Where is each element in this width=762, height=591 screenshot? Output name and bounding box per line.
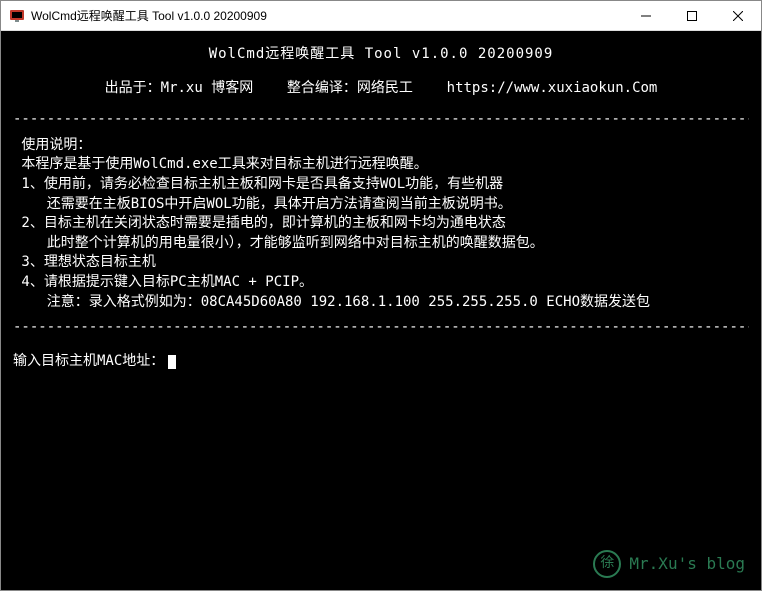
watermark-icon: 徐: [593, 550, 621, 578]
window-controls: [623, 1, 761, 30]
titlebar: WolCmd远程唤醒工具 Tool v1.0.0 20200909: [1, 1, 761, 31]
watermark: 徐 Mr.Xu's blog: [593, 550, 745, 578]
minimize-button[interactable]: [623, 1, 669, 30]
app-window: WolCmd远程唤醒工具 Tool v1.0.0 20200909 WolCmd…: [0, 0, 762, 591]
input-prompt-label: 输入目标主机MAC地址：: [13, 352, 164, 372]
console-area[interactable]: WolCmd远程唤醒工具 Tool v1.0.0 20200909 出品于：Mr…: [1, 31, 761, 590]
instructions-text: 使用说明： 本程序是基于使用WolCmd.exe工具来对目标主机进行远程唤醒。 …: [13, 136, 749, 312]
text-cursor: [168, 355, 176, 369]
app-icon: [9, 8, 25, 24]
window-title: WolCmd远程唤醒工具 Tool v1.0.0 20200909: [31, 7, 623, 24]
divider-top: ----------------------------------------…: [13, 110, 749, 130]
maximize-button[interactable]: [669, 1, 715, 30]
divider-bottom: ----------------------------------------…: [13, 318, 749, 338]
input-prompt-line[interactable]: 输入目标主机MAC地址：: [13, 352, 749, 372]
console-credits: 出品于：Mr.xu 博客网 整合编译：网络民工 https://www.xuxi…: [13, 79, 749, 99]
console-header: WolCmd远程唤醒工具 Tool v1.0.0 20200909: [13, 45, 749, 65]
close-button[interactable]: [715, 1, 761, 30]
watermark-text: Mr.Xu's blog: [629, 553, 745, 575]
